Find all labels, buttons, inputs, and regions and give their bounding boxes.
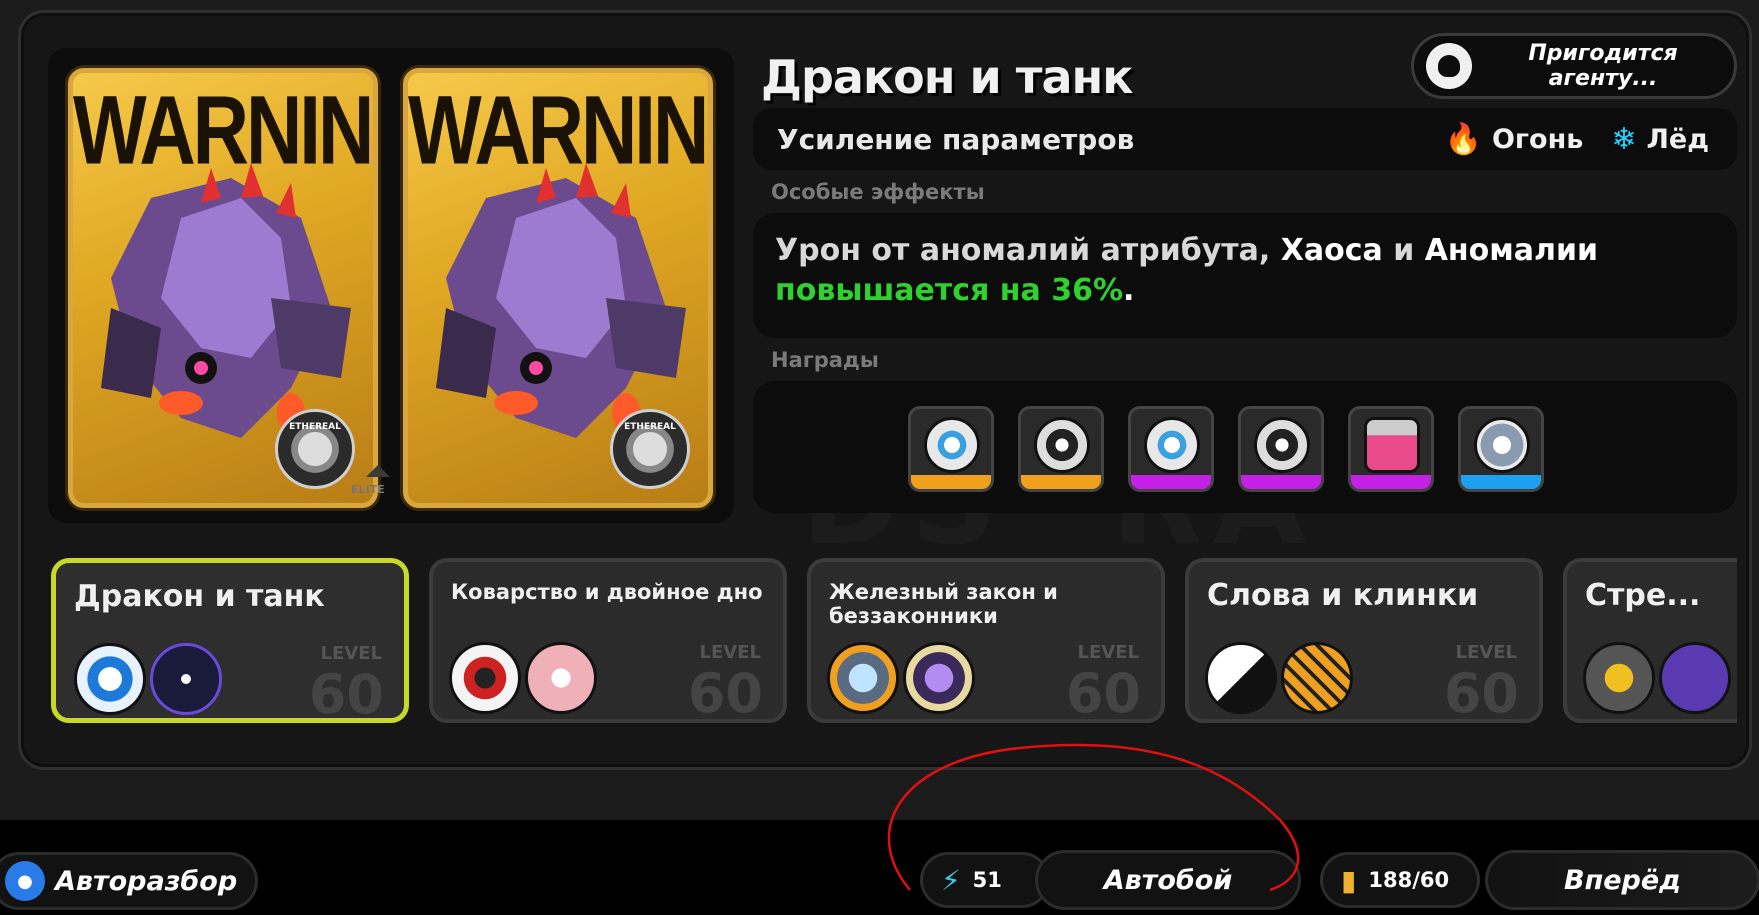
stat-boost-bar: Усиление параметров 🔥 Огонь ❄ Лёд <box>753 108 1737 170</box>
stage-card-3[interactable]: Железный закон и беззаконники LEVEL 60 <box>807 558 1165 723</box>
fire-icon: 🔥 <box>1444 121 1482 157</box>
effects-description: Урон от аномалий атрибута, Хаоса и Анома… <box>753 213 1737 338</box>
level-number: 60 <box>687 662 763 723</box>
energy-value: 51 <box>972 868 1002 892</box>
rewards-list <box>753 381 1737 513</box>
energy-icon: ⚡ <box>941 863 961 897</box>
effects-heading: Особые эффекты <box>771 180 985 204</box>
agent-head-icon <box>1426 43 1472 89</box>
stat-boost-label: Усиление параметров <box>777 122 1135 156</box>
auto-battle-button[interactable]: Автобой <box>1035 850 1301 910</box>
element-ice: ❄ Лёд <box>1611 122 1709 157</box>
pink-disc-icon <box>525 642 597 714</box>
level-number: 60 <box>1443 662 1519 723</box>
effect-text: Урон от аномалий атрибута, <box>775 233 1271 268</box>
level-label: LEVEL <box>1077 642 1139 663</box>
agent-hint-button[interactable]: Пригодится агенту... <box>1411 33 1737 99</box>
drive-disc-icon <box>1144 417 1200 473</box>
stage-card-5[interactable]: Стре... <box>1563 558 1737 723</box>
element-label: Лёд <box>1646 123 1709 155</box>
tiger-disc-icon <box>1281 642 1353 714</box>
ethereal-emblem-icon: ETHEREAL <box>275 409 355 489</box>
elite-arrow-icon <box>366 465 390 477</box>
ethereal-emblem-icon: ETHEREAL <box>610 409 690 489</box>
enemy-card-2[interactable]: WARNING ETHEREAL <box>403 68 713 508</box>
stage-name: Дракон и танк <box>74 579 325 614</box>
red-disc-icon <box>449 642 521 714</box>
stage-card-1[interactable]: Дракон и танк LEVEL 60 <box>51 558 409 723</box>
stage-name: Слова и клинки <box>1207 578 1479 613</box>
stage-name: Стре... <box>1585 578 1701 613</box>
effect-chaos: Хаоса <box>1280 233 1383 268</box>
stage-list: Дракон и танк LEVEL 60 Коварство и двойн… <box>51 543 1737 743</box>
level-number: 60 <box>308 663 384 723</box>
purple-disc-icon <box>1659 642 1731 714</box>
stage-card-2[interactable]: Коварство и двойное дно LEVEL 60 <box>429 558 787 723</box>
fuel-counter: ▮ 188/60 <box>1320 852 1480 908</box>
level-number: 60 <box>1065 662 1141 723</box>
effect-anomaly: Аномалии <box>1424 233 1599 268</box>
reward-item[interactable] <box>1238 406 1324 492</box>
card-display: WARNING ETHEREAL WARNING <box>48 48 734 523</box>
effect-text: и <box>1393 233 1415 268</box>
auto-battle-label: Автобой <box>1103 864 1233 896</box>
main-panel: DS RA WARNING ETHEREAL WARNING <box>18 10 1752 770</box>
auto-disassemble-button[interactable]: ● Авторазбор <box>0 852 258 910</box>
drive-disc-icon <box>1254 417 1310 473</box>
level-label: LEVEL <box>699 642 761 663</box>
blue-disc-icon <box>74 643 146 715</box>
agent-hint-label: Пригодится агенту... <box>1528 41 1678 91</box>
battery-icon: ▮ <box>1341 863 1357 897</box>
element-fire: 🔥 Огонь <box>1445 122 1584 157</box>
page-title: Дракон и танк <box>761 50 1134 104</box>
stage-name: Коварство и двойное дно <box>451 580 763 604</box>
fuel-value: 188/60 <box>1368 868 1450 892</box>
drive-disc-icon <box>924 417 980 473</box>
rewards-heading: Награды <box>771 348 879 372</box>
star-coin-icon <box>1474 417 1530 473</box>
auto-disassemble-label: Авторазбор <box>55 865 238 897</box>
reward-item[interactable] <box>1128 406 1214 492</box>
effect-bonus: повышается на 36% <box>775 273 1124 308</box>
enemy-card-1[interactable]: WARNING ETHEREAL <box>68 68 378 508</box>
reward-item[interactable] <box>1348 406 1434 492</box>
reward-item[interactable] <box>908 406 994 492</box>
element-label: Огонь <box>1491 123 1584 155</box>
forward-button[interactable]: Вперёд <box>1485 850 1759 910</box>
ice-icon: ❄ <box>1611 121 1637 157</box>
spray-can-icon <box>1364 417 1420 473</box>
reward-item[interactable] <box>1018 406 1104 492</box>
yin-yang-disc-icon <box>1205 642 1277 714</box>
reward-item[interactable] <box>1458 406 1544 492</box>
energy-counter: ⚡ 51 <box>920 852 1050 908</box>
level-label: LEVEL <box>1455 642 1517 663</box>
stage-card-4[interactable]: Слова и клинки LEVEL 60 <box>1185 558 1543 723</box>
lightning-disc-icon <box>1583 642 1655 714</box>
orange-disc-icon <box>827 642 899 714</box>
dark-disc-icon <box>150 643 222 715</box>
level-label: LEVEL <box>320 643 382 664</box>
forward-label: Вперёд <box>1564 864 1681 896</box>
violet-disc-icon <box>903 642 975 714</box>
drive-disc-icon <box>1034 417 1090 473</box>
stage-name: Железный закон и беззаконники <box>829 580 1058 628</box>
shield-icon: ● <box>5 861 45 901</box>
elite-tag: ELITE <box>351 483 385 496</box>
